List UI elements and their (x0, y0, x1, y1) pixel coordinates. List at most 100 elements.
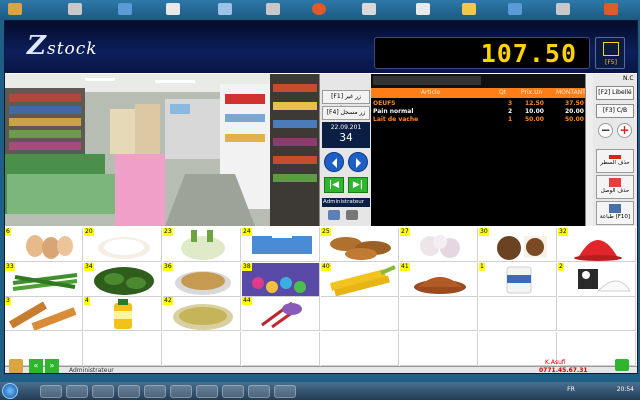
f3-barcode-button[interactable]: [F3] C/B (596, 104, 634, 118)
taskbar-app[interactable] (92, 385, 114, 398)
delete-line-label: حذف السطر (600, 160, 630, 166)
ticket-row[interactable]: Lait de vache 1 50.00 50.00 (371, 115, 585, 123)
home-icon[interactable] (9, 359, 23, 373)
total-display: 107.50 (374, 37, 590, 69)
back-icon[interactable]: « (29, 359, 43, 373)
product-cell[interactable]: 30 (479, 228, 557, 262)
previous-arrow-icon[interactable] (324, 152, 344, 172)
product-cell[interactable]: 2 (558, 262, 636, 297)
forward-icon[interactable]: » (45, 359, 59, 373)
product-cell[interactable]: 25 (321, 228, 399, 262)
taskbar-app[interactable] (144, 385, 166, 398)
tray-time[interactable]: 20:54 (617, 386, 634, 393)
product-cell[interactable] (84, 331, 162, 366)
product-number: 30 (479, 228, 489, 236)
delete-line-button[interactable]: حذف السطر (596, 149, 634, 173)
taskbar-app[interactable] (274, 385, 296, 398)
ticket-row[interactable]: Pain normal 2 10.00 20.00 (371, 107, 585, 115)
delete-receipt-button[interactable]: حذف الوصل (596, 175, 634, 199)
product-cell[interactable]: 1 (479, 262, 557, 297)
desktop-icon[interactable] (166, 3, 180, 15)
ticket-scrollbar[interactable] (585, 74, 593, 226)
product-cell[interactable]: 36 (163, 262, 241, 297)
desktop-icon[interactable] (556, 3, 570, 15)
desktop-icon[interactable] (604, 3, 618, 15)
f5-label: [F5] (605, 59, 617, 66)
product-seeds-image (175, 270, 231, 295)
desktop-icon[interactable] (312, 3, 326, 15)
product-number: 6 (5, 228, 11, 236)
taskbar-app[interactable] (66, 385, 88, 398)
product-cell[interactable] (321, 331, 399, 366)
taskbar-app[interactable] (118, 385, 140, 398)
product-cell[interactable]: 32 (558, 228, 636, 262)
taskbar-app[interactable] (170, 385, 192, 398)
product-cell[interactable] (163, 331, 241, 366)
product-spinach-image (94, 266, 154, 295)
product-cell[interactable] (479, 297, 557, 331)
system-tray: FR 20:54 (567, 386, 634, 393)
product-corn-image (329, 264, 396, 296)
desktop-icon[interactable] (218, 3, 232, 15)
keys-icon[interactable] (346, 210, 358, 220)
start-button[interactable] (2, 383, 18, 399)
taskbar-app[interactable] (196, 385, 218, 398)
f2-label-button[interactable]: [F2] Libellé (596, 86, 634, 100)
ticket-row[interactable]: OEUFS 3 12.50 37.50 (371, 99, 585, 107)
product-cell[interactable] (400, 331, 478, 366)
f4-registered-button[interactable]: [F4] زر مسجل (322, 106, 370, 120)
desktop-icon[interactable] (8, 3, 22, 15)
ticket-search-field[interactable] (373, 76, 481, 85)
product-cell[interactable]: 23 (163, 228, 241, 262)
product-cell[interactable]: 40 (321, 262, 399, 297)
product-cell[interactable]: 34 (84, 262, 162, 297)
next-arrow-icon[interactable] (348, 152, 368, 172)
product-cell[interactable]: 6 (5, 228, 83, 262)
product-number: 4 (84, 297, 90, 305)
taskbar-app[interactable] (222, 385, 244, 398)
col-article: Article (421, 89, 441, 96)
print-button[interactable]: طباعة [F10] (596, 201, 634, 225)
product-number: 2 (558, 262, 564, 271)
product-yogurt-image (506, 266, 532, 293)
product-cell[interactable] (558, 297, 636, 331)
desktop-icon[interactable] (508, 3, 522, 15)
product-cell[interactable]: 20 (84, 228, 162, 262)
product-cell[interactable]: 41 (400, 262, 478, 297)
f1-unregistered-button[interactable]: [F1] زر غير مسجل (322, 90, 370, 112)
product-cell[interactable]: 42 (163, 297, 241, 331)
product-jelly-image (574, 240, 622, 261)
desktop-icon[interactable] (362, 3, 376, 15)
product-cell[interactable] (242, 331, 320, 366)
product-cell[interactable]: 3 (5, 297, 83, 331)
ticket-cell-prix: 50.00 (525, 116, 544, 123)
desktop-icon[interactable] (118, 3, 132, 15)
plus-button[interactable]: + (617, 123, 632, 138)
desktop-icon[interactable] (416, 3, 430, 15)
product-tissue-image (252, 232, 312, 254)
product-milk-image (578, 268, 631, 291)
product-cell[interactable]: 24 (242, 228, 320, 262)
product-cell[interactable]: 44 (242, 297, 320, 331)
minus-button[interactable]: − (598, 123, 613, 138)
product-number: 44 (242, 297, 252, 305)
taskbar-app[interactable] (248, 385, 270, 398)
last-page-icon[interactable]: ▶| (348, 177, 368, 193)
first-page-icon[interactable]: |◀ (324, 177, 344, 193)
product-cell[interactable] (321, 297, 399, 331)
desktop-icon[interactable] (68, 3, 82, 15)
language-indicator[interactable]: FR (567, 386, 575, 393)
product-number: 20 (84, 228, 94, 236)
app-header: Zstock 107.50 [F5] (5, 21, 637, 73)
desktop-icon[interactable] (462, 3, 476, 15)
user-icon[interactable] (328, 210, 340, 220)
product-cell[interactable]: 4 (84, 297, 162, 331)
product-cell[interactable]: 33 (5, 262, 83, 297)
desktop-icon[interactable] (266, 3, 280, 15)
product-cell[interactable]: 38 (242, 262, 320, 297)
f5-button[interactable]: [F5] (595, 37, 625, 69)
product-cell[interactable] (400, 297, 478, 331)
exit-icon[interactable] (615, 359, 629, 371)
product-cell[interactable]: 27 (400, 228, 478, 262)
taskbar-app[interactable] (40, 385, 62, 398)
